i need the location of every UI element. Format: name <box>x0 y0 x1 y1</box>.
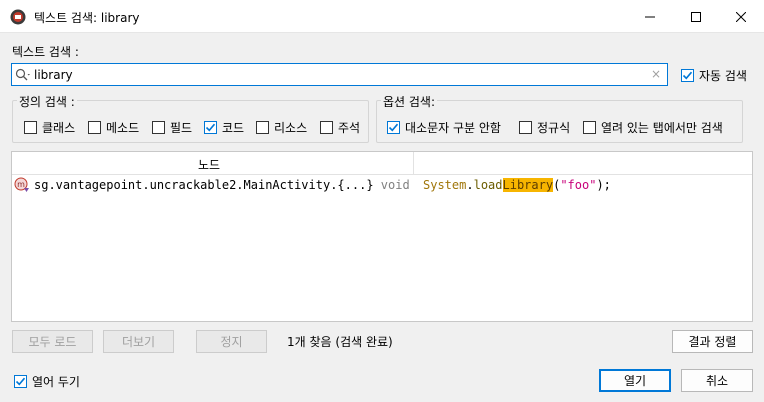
method-icon: m <box>14 177 29 192</box>
option-field-label: 필드 <box>170 121 193 135</box>
auto-search-label: 자동 검색 <box>699 69 747 83</box>
results-header: 노드 <box>12 152 752 175</box>
definition-search-title: 정의 검색 : <box>17 93 77 110</box>
maximize-icon <box>691 11 701 22</box>
option-resource[interactable]: 리소스 <box>256 119 307 136</box>
keep-open-checkbox[interactable]: 열어 두기 <box>14 373 80 390</box>
status-text: 1개 찾음 (검색 완료) <box>287 335 393 349</box>
clear-search-icon[interactable]: × <box>651 67 661 81</box>
result-node-name: sg.vantagepoint.uncrackable2.MainActivit… <box>34 178 374 192</box>
title-bar: 텍스트 검색: library <box>0 0 764 33</box>
sort-results-button[interactable]: 결과 정렬 <box>672 330 753 353</box>
more-button[interactable]: 더보기 <box>103 330 174 353</box>
minimize-icon <box>645 16 655 17</box>
option-field[interactable]: 필드 <box>152 119 192 136</box>
search-field[interactable]: × <box>11 63 668 86</box>
checkbox-icon <box>519 121 532 134</box>
option-class-label: 클래스 <box>42 121 76 135</box>
option-code[interactable]: 코드 <box>204 119 244 136</box>
code-close: ); <box>596 178 611 192</box>
code-string: "foo" <box>560 178 597 192</box>
close-icon <box>736 11 746 22</box>
option-class[interactable]: 클래스 <box>24 119 75 136</box>
checkbox-checked-icon <box>681 69 694 82</box>
auto-search-checkbox[interactable]: 자동 검색 <box>681 67 747 84</box>
option-code-label: 코드 <box>222 121 245 135</box>
result-node: sg.vantagepoint.uncrackable2.MainActivit… <box>34 178 410 192</box>
option-comment[interactable]: 주석 <box>320 119 360 136</box>
code-dot: . <box>466 178 474 192</box>
result-code: System.loadLibrary("foo"); <box>423 178 611 192</box>
checkbox-checked-icon <box>387 121 400 134</box>
search-options-title: 옵션 검색: <box>381 93 438 110</box>
table-row[interactable]: m sg.vantagepoint.uncrackable2.MainActiv… <box>12 176 752 194</box>
checkbox-icon <box>24 121 37 134</box>
code-class: System <box>423 178 467 192</box>
option-regex-label: 정규식 <box>537 121 571 135</box>
result-node-type: void <box>380 178 410 192</box>
code-method-prefix: load <box>473 178 503 192</box>
checkbox-checked-icon <box>204 121 217 134</box>
load-all-button[interactable]: 모두 로드 <box>12 330 93 353</box>
checkbox-icon <box>152 121 165 134</box>
column-divider[interactable] <box>413 152 414 175</box>
search-icon <box>15 68 30 81</box>
option-open-tabs-only-label: 열려 있는 탭에서만 검색 <box>601 121 723 135</box>
open-button[interactable]: 열기 <box>599 369 671 392</box>
option-comment-label: 주석 <box>338 121 361 135</box>
results-table: 노드 m sg.vantagepoint.uncrackable2.MainAc… <box>11 151 753 322</box>
close-button[interactable] <box>718 0 764 33</box>
option-method-label: 메소드 <box>106 121 140 135</box>
stop-button[interactable]: 정지 <box>196 330 267 353</box>
jadx-app-icon <box>10 9 26 25</box>
column-header-node[interactable]: 노드 <box>198 156 220 173</box>
minimize-button[interactable] <box>627 0 673 33</box>
option-open-tabs-only[interactable]: 열려 있는 탭에서만 검색 <box>583 119 723 136</box>
cancel-button[interactable]: 취소 <box>681 369 753 392</box>
option-ignore-case-label: 대소문자 구분 안함 <box>405 121 501 135</box>
svg-text:m: m <box>17 180 25 189</box>
option-method[interactable]: 메소드 <box>88 119 139 136</box>
window-title: 텍스트 검색: library <box>34 11 140 25</box>
search-label: 텍스트 검색 : <box>12 45 79 59</box>
search-input[interactable] <box>34 66 644 83</box>
maximize-button[interactable] <box>673 0 719 33</box>
option-regex[interactable]: 정규식 <box>519 119 570 136</box>
checkbox-checked-icon <box>14 375 27 388</box>
option-resource-label: 리소스 <box>274 121 308 135</box>
checkbox-icon <box>256 121 269 134</box>
keep-open-label: 열어 두기 <box>32 375 80 389</box>
option-ignore-case[interactable]: 대소문자 구분 안함 <box>387 119 501 136</box>
checkbox-icon <box>320 121 333 134</box>
code-match-highlight: Library <box>502 178 554 192</box>
checkbox-icon <box>88 121 101 134</box>
checkbox-icon <box>583 121 596 134</box>
